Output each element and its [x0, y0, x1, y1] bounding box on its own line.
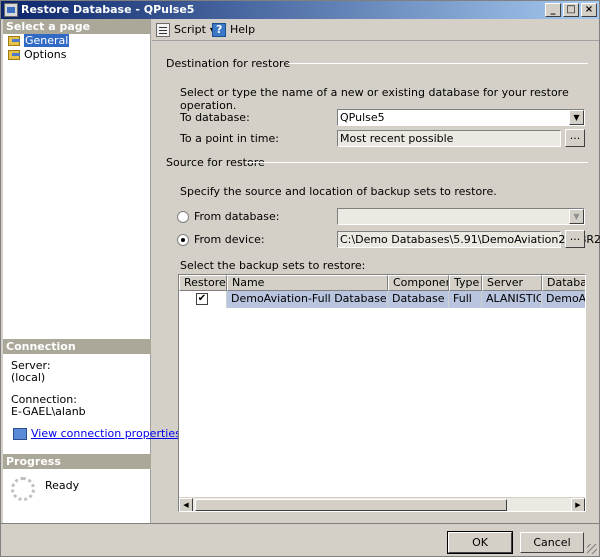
restore-cell: ✔: [179, 291, 227, 308]
from-device-path: C:\Demo Databases\5.91\DemoAviation2008R…: [340, 233, 600, 246]
script-button[interactable]: Script▼: [156, 23, 216, 37]
point-in-time-browse-button[interactable]: ...: [565, 129, 585, 147]
point-in-time-label: To a point in time:: [180, 132, 279, 145]
from-device-field: C:\Demo Databases\5.91\DemoAviation2008R…: [337, 231, 600, 248]
grid-header: Restore Name Component Type Server Datab…: [179, 275, 585, 291]
scroll-thumb[interactable]: [195, 499, 507, 511]
progress-status: Ready: [45, 479, 80, 492]
connection-properties-icon: [13, 428, 27, 440]
ok-button[interactable]: OK: [447, 531, 513, 554]
backup-sets-label: Select the backup sets to restore:: [180, 259, 366, 272]
server-value: (local): [11, 371, 46, 384]
to-database-label: To database:: [180, 111, 250, 124]
connection-value: E-GAEL\alanb: [11, 405, 86, 418]
page-item-options[interactable]: Options: [3, 48, 150, 62]
left-pane: Select a page General Options Connection…: [3, 19, 181, 523]
destination-divider: [288, 63, 588, 64]
connection-header: Connection: [3, 339, 151, 354]
scroll-left-icon[interactable]: ◀: [179, 498, 193, 511]
progress-header: Progress: [3, 454, 151, 469]
column-header-server[interactable]: Server: [482, 275, 542, 291]
page-general-icon: [8, 36, 20, 46]
source-description: Specify the source and location of backu…: [180, 185, 497, 198]
to-database-combobox[interactable]: QPulse5 ▼: [337, 109, 585, 126]
close-button[interactable]: ×: [581, 3, 597, 17]
destination-section-title: Destination for restore: [166, 57, 291, 70]
column-header-component[interactable]: Component: [388, 275, 449, 291]
point-in-time-field: Most recent possible: [337, 130, 561, 147]
script-label: Script: [174, 23, 206, 36]
progress-section: Progress Ready: [3, 454, 151, 519]
type-cell: Full: [449, 291, 482, 308]
select-page-header: Select a page: [3, 19, 150, 34]
page-item-label: General: [24, 34, 70, 47]
dialog-button-bar: OK Cancel: [1, 523, 599, 556]
table-row[interactable]: ✔ DemoAviation-Full Database Backup Data…: [179, 291, 585, 308]
help-icon: [212, 23, 226, 37]
restore-database-window: Restore Database - QPulse5 _ □ × Select …: [0, 0, 600, 557]
database-cell: DemoAviation: [542, 291, 585, 308]
page-item-label: Options: [24, 48, 67, 61]
server-cell: ALANISTIC: [482, 291, 542, 308]
point-in-time-value: Most recent possible: [340, 132, 454, 145]
from-database-radio[interactable]: [177, 211, 189, 223]
backup-sets-grid: Restore Name Component Type Server Datab…: [178, 274, 586, 512]
from-device-radio[interactable]: [177, 234, 189, 246]
page-options-icon: [8, 50, 20, 60]
progress-spinner-icon: [11, 477, 35, 501]
from-device-browse-button[interactable]: ...: [565, 230, 585, 248]
from-database-combobox: ▼: [337, 208, 585, 225]
help-button[interactable]: Help: [212, 23, 255, 37]
source-divider: [246, 162, 588, 163]
scroll-right-icon[interactable]: ▶: [571, 498, 585, 511]
from-database-label: From database:: [194, 210, 280, 223]
column-header-restore[interactable]: Restore: [179, 275, 227, 291]
from-device-label: From device:: [194, 233, 265, 246]
page-item-general[interactable]: General: [3, 34, 150, 48]
restore-checkbox[interactable]: ✔: [196, 293, 208, 305]
window-title: Restore Database - QPulse5: [21, 3, 195, 16]
toolbar: Script▼ Help: [152, 19, 599, 41]
chevron-down-icon[interactable]: ▼: [569, 110, 584, 125]
column-header-type[interactable]: Type: [449, 275, 482, 291]
column-header-name[interactable]: Name: [227, 275, 388, 291]
view-connection-properties-link[interactable]: View connection properties: [11, 428, 181, 440]
to-database-value: QPulse5: [340, 111, 385, 124]
connection-section: Connection Server: (local) Connection: E…: [3, 339, 181, 446]
general-page-content: Destination for restore Select or type t…: [152, 42, 600, 523]
resize-grip-icon[interactable]: [587, 544, 597, 554]
column-header-database[interactable]: Database: [542, 275, 585, 291]
app-icon: [4, 3, 18, 17]
help-label: Help: [230, 23, 256, 36]
cancel-button[interactable]: Cancel: [520, 532, 584, 553]
chevron-down-icon: ▼: [569, 209, 584, 224]
script-icon: [156, 23, 170, 37]
backup-name-cell: DemoAviation-Full Database Backup: [227, 291, 388, 308]
horizontal-scrollbar[interactable]: ◀ ▶: [179, 497, 585, 511]
title-bar[interactable]: Restore Database - QPulse5 _ □ ×: [1, 1, 599, 19]
maximize-button[interactable]: □: [563, 3, 579, 17]
minimize-button[interactable]: _: [545, 3, 561, 17]
component-cell: Database: [388, 291, 449, 308]
